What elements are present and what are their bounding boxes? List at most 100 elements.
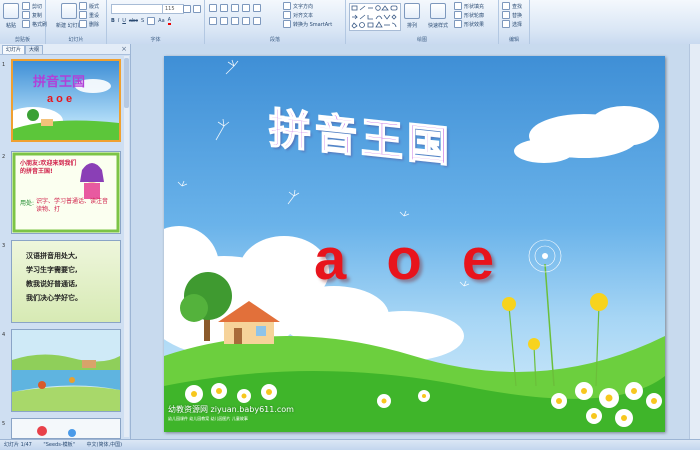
outline-icon bbox=[454, 11, 462, 19]
quick-styles-icon bbox=[430, 3, 446, 19]
scissors-icon bbox=[22, 2, 30, 10]
editor-scrollbar[interactable] bbox=[689, 44, 700, 439]
pane-tabs: 幻灯片 大纲 × bbox=[0, 44, 130, 55]
decrease-indent-icon[interactable] bbox=[231, 4, 239, 12]
slide-thumbnail-2[interactable]: 小朋友:欢迎来到我们的拼音王国! 用处: 识字、学习普通话、读注音读物、打 bbox=[11, 151, 121, 234]
close-icon[interactable]: × bbox=[121, 45, 127, 53]
shape-outline-button[interactable]: 形状轮廓 bbox=[454, 11, 484, 19]
slide-editor: 拼音王国 a o e 幼教资源网 ziyuan.baby611.com 幼儿园课… bbox=[131, 44, 700, 439]
slide-letters[interactable]: a o e bbox=[314, 226, 506, 293]
align-text-button[interactable]: 对齐文本 bbox=[283, 11, 313, 19]
delete-button[interactable]: 删除 bbox=[79, 20, 99, 28]
bullets-icon[interactable] bbox=[209, 4, 217, 12]
text-direction-button[interactable]: 文字方向 bbox=[283, 2, 313, 10]
drawing-group: 排列 快速样式 形状填充 形状轮廓 形状效果 绘图 bbox=[346, 0, 499, 44]
paragraph-group: 文字方向 对齐文本 转换为 SmartArt 段落 bbox=[205, 0, 346, 44]
slide-number-5: 5 bbox=[2, 421, 6, 427]
strikethrough-button[interactable]: abc bbox=[129, 18, 138, 24]
quick-styles-button[interactable]: 快速样式 bbox=[428, 3, 448, 29]
slide-number-1: 1 bbox=[2, 62, 6, 68]
font-color-button[interactable]: A bbox=[167, 17, 172, 25]
theme-name: "Seeds-模板" bbox=[43, 442, 75, 448]
columns-icon[interactable] bbox=[253, 17, 261, 25]
slide-thumbnail-1[interactable]: 拼音王国 a o e bbox=[11, 59, 121, 142]
slide-thumbnail-5[interactable] bbox=[11, 418, 121, 439]
shapes-gallery[interactable] bbox=[349, 3, 401, 31]
layout-button[interactable]: 版式 bbox=[79, 2, 99, 10]
watermark: 幼教资源网 ziyuan.baby611.com bbox=[168, 405, 294, 414]
text-direction-icon bbox=[283, 2, 291, 10]
slide-thumbnail-4[interactable] bbox=[11, 329, 121, 412]
char-spacing-icon[interactable] bbox=[147, 17, 156, 25]
format-painter-button[interactable]: 格式刷 bbox=[22, 20, 47, 28]
font-family-dropdown[interactable] bbox=[111, 4, 163, 14]
status-bar: 幻灯片 1/47 "Seeds-模板" 中文(简体,中国) bbox=[0, 439, 700, 450]
thumb-2-use-label: 用处: bbox=[20, 200, 35, 207]
find-icon bbox=[502, 2, 510, 10]
clipboard-group: 粘贴 剪切 复制 格式刷 剪贴板 bbox=[0, 0, 47, 44]
thumb-5-graphic bbox=[37, 426, 76, 437]
ribbon: 粘贴 剪切 复制 格式刷 剪贴板 新建 幻灯片 版式 重设 删除 幻灯片 115… bbox=[0, 0, 700, 45]
italic-button[interactable]: I bbox=[118, 18, 119, 24]
increase-indent-icon[interactable] bbox=[242, 4, 250, 12]
grow-font-icon bbox=[183, 5, 191, 13]
tab-slides[interactable]: 幻灯片 bbox=[2, 45, 26, 54]
font-style-buttons: B I U abc S Aa A bbox=[111, 17, 172, 25]
clipboard-label: 剪贴板 bbox=[14, 37, 30, 43]
pane-scroll-thumb[interactable] bbox=[124, 58, 129, 108]
paste-button[interactable]: 粘贴 bbox=[3, 3, 19, 29]
align-center-icon[interactable] bbox=[220, 17, 228, 25]
justify-icon[interactable] bbox=[242, 17, 250, 25]
font-size-dropdown[interactable]: 115 bbox=[162, 4, 184, 14]
find-button[interactable]: 查找 bbox=[502, 2, 522, 10]
dandelion-globe bbox=[528, 239, 562, 387]
smartart-button[interactable]: 转换为 SmartArt bbox=[283, 20, 332, 28]
list-buttons bbox=[209, 4, 261, 12]
paste-icon bbox=[3, 3, 19, 19]
thumb-1-title: 拼音王国 bbox=[33, 75, 86, 90]
pane-scrollbar[interactable] bbox=[124, 56, 129, 437]
grow-font-button[interactable] bbox=[183, 5, 201, 13]
thumb-4-graphic bbox=[12, 330, 120, 411]
line-spacing-icon[interactable] bbox=[253, 4, 261, 12]
fill-icon bbox=[454, 2, 462, 10]
bold-button[interactable]: B bbox=[111, 18, 115, 24]
slide-thumbnail-3[interactable]: 汉语拼音用处大, 学习生字需要它, 教我说好普通话, 我们决心学好它。 bbox=[11, 240, 121, 323]
copy-button[interactable]: 复制 bbox=[22, 11, 42, 19]
arrange-button[interactable]: 排列 bbox=[404, 3, 420, 29]
arrange-icon bbox=[404, 3, 420, 19]
change-case-button[interactable]: Aa bbox=[158, 18, 164, 24]
align-buttons bbox=[209, 17, 261, 25]
thumb-2-text: 小朋友:欢迎来到我们的拼音王国! bbox=[20, 160, 77, 175]
delete-icon bbox=[79, 20, 87, 28]
slide-number-2: 2 bbox=[2, 154, 6, 160]
slide-number-4: 4 bbox=[2, 332, 6, 338]
current-slide[interactable]: 拼音王国 a o e 幼教资源网 ziyuan.baby611.com 幼儿园课… bbox=[164, 56, 665, 432]
font-group: 115 B I U abc S Aa A 字体 bbox=[107, 0, 205, 44]
paragraph-label: 段落 bbox=[269, 37, 280, 43]
numbering-icon[interactable] bbox=[220, 4, 228, 12]
font-label: 字体 bbox=[150, 37, 161, 43]
underline-button[interactable]: U bbox=[122, 18, 126, 24]
editing-label: 编辑 bbox=[508, 37, 519, 43]
shape-fill-button[interactable]: 形状填充 bbox=[454, 2, 484, 10]
select-button[interactable]: 选择 bbox=[502, 20, 522, 28]
slides-group: 新建 幻灯片 版式 重设 删除 幻灯片 bbox=[46, 0, 107, 44]
language-indicator[interactable]: 中文(简体,中国) bbox=[87, 442, 123, 448]
new-slide-icon bbox=[61, 3, 78, 19]
tab-outline[interactable]: 大纲 bbox=[25, 45, 44, 54]
replace-button[interactable]: 替换 bbox=[502, 11, 522, 19]
align-left-icon[interactable] bbox=[209, 17, 217, 25]
shadow-button[interactable]: S bbox=[141, 18, 144, 24]
reset-button[interactable]: 重设 bbox=[79, 11, 99, 19]
thumb-2-use-text: 识字、学习普通话、读注音读物、打 bbox=[36, 198, 109, 213]
editing-group: 查找 替换 选择 编辑 bbox=[499, 0, 530, 44]
slide-number-3: 3 bbox=[2, 243, 6, 249]
cut-button[interactable]: 剪切 bbox=[22, 2, 42, 10]
shrink-font-icon bbox=[193, 5, 201, 13]
align-right-icon[interactable] bbox=[231, 17, 239, 25]
slides-label: 幻灯片 bbox=[68, 37, 84, 43]
align-text-icon bbox=[283, 11, 291, 19]
shape-effects-button[interactable]: 形状效果 bbox=[454, 20, 484, 28]
copy-icon bbox=[22, 11, 30, 19]
